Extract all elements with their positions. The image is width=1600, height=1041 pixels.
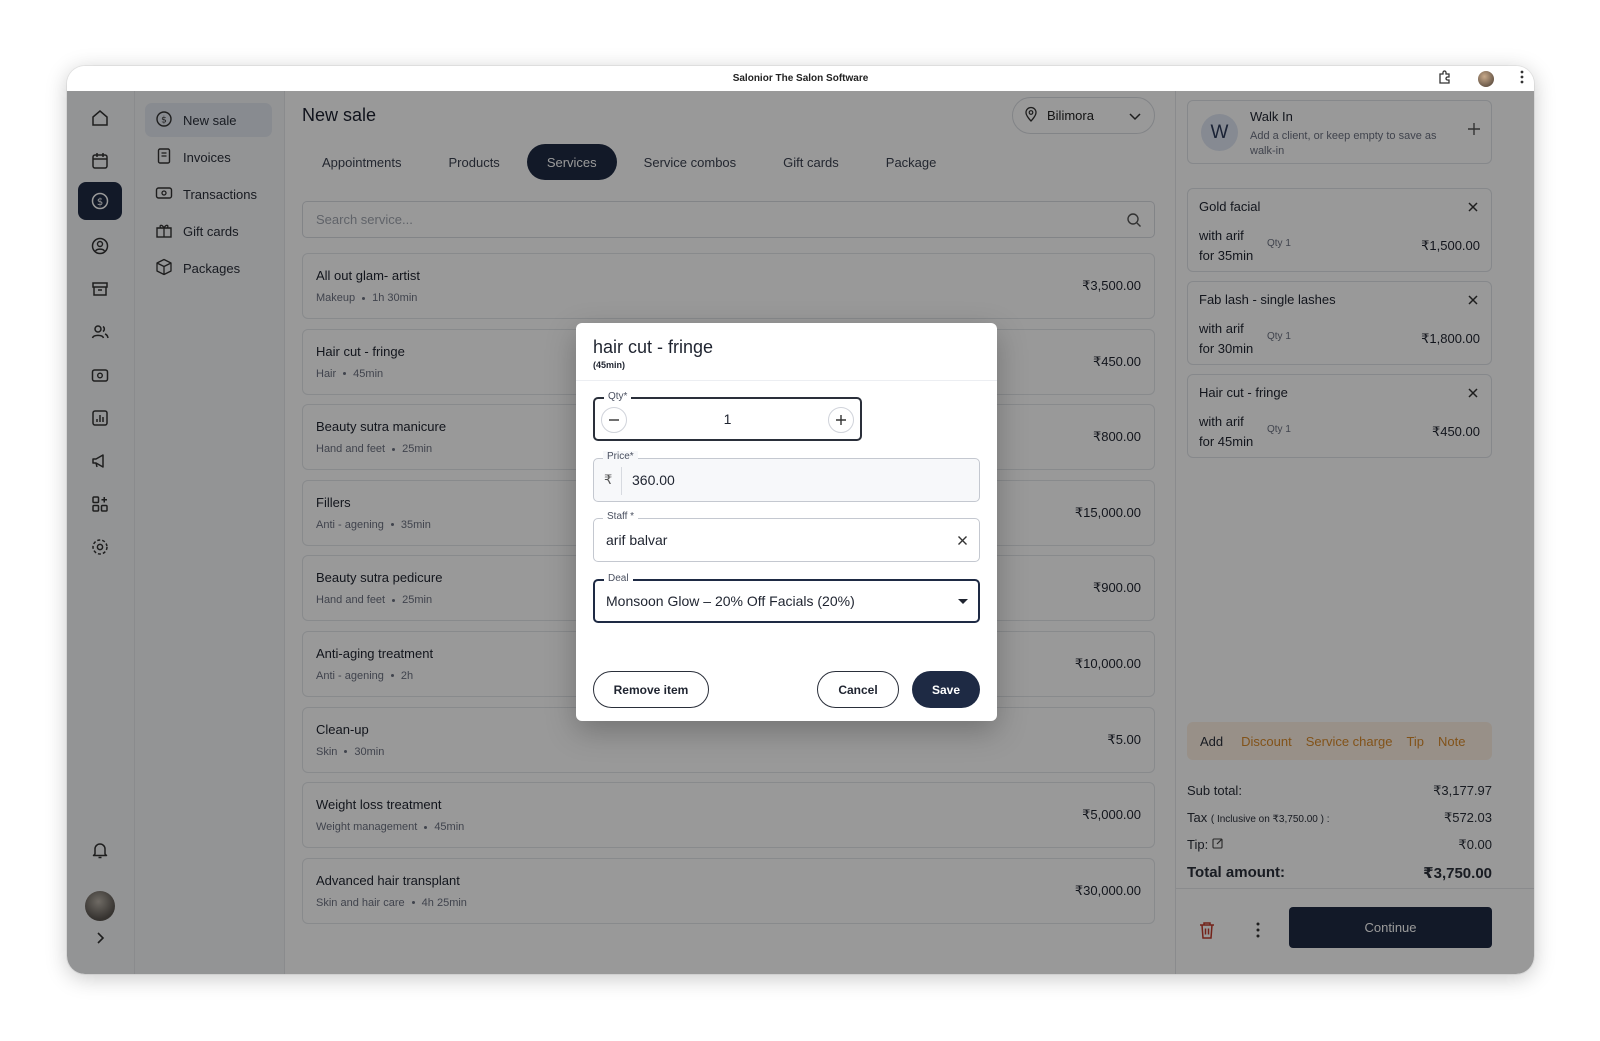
quantity-stepper: Qty* 1 xyxy=(593,391,862,441)
modal-subtitle: (45min) xyxy=(593,360,626,370)
window-title: Salonior The Salon Software xyxy=(732,73,869,84)
currency-symbol: ₹ xyxy=(604,472,613,487)
price-field[interactable]: Price* ₹ 360.00 xyxy=(593,451,980,502)
deal-value: Monsoon Glow – 20% Off Facials (20%) xyxy=(606,593,855,609)
deal-label: Deal xyxy=(604,573,633,584)
remove-item-button[interactable]: Remove item xyxy=(593,671,709,708)
edit-item-modal: hair cut - fringe (45min) Qty* 1 Price* … xyxy=(576,323,997,721)
kebab-menu-icon[interactable] xyxy=(1520,70,1524,87)
profile-avatar[interactable] xyxy=(1478,70,1494,87)
title-bar: Salonior The Salon Software xyxy=(67,66,1534,91)
qty-label: Qty* xyxy=(604,391,632,402)
staff-field[interactable]: Staff * arif balvar xyxy=(593,511,980,562)
divider xyxy=(576,380,997,381)
save-button[interactable]: Save xyxy=(912,671,980,708)
price-label: Price* xyxy=(603,451,638,462)
deal-select[interactable]: Deal Monsoon Glow – 20% Off Facials (20%… xyxy=(593,573,980,623)
staff-value: arif balvar xyxy=(606,532,668,548)
qty-value[interactable]: 1 xyxy=(595,411,860,427)
extension-icon[interactable] xyxy=(1438,70,1452,87)
cancel-button[interactable]: Cancel xyxy=(817,671,899,708)
modal-title: hair cut - fringe xyxy=(593,337,714,357)
staff-label: Staff * xyxy=(603,511,639,522)
app-window: Salonior The Salon Software $ $ New sale… xyxy=(67,66,1534,974)
plus-icon[interactable] xyxy=(828,407,854,433)
divider xyxy=(621,467,622,495)
caret-down-icon xyxy=(958,599,968,604)
clear-icon[interactable] xyxy=(957,533,968,551)
price-value: 360.00 xyxy=(632,472,675,488)
